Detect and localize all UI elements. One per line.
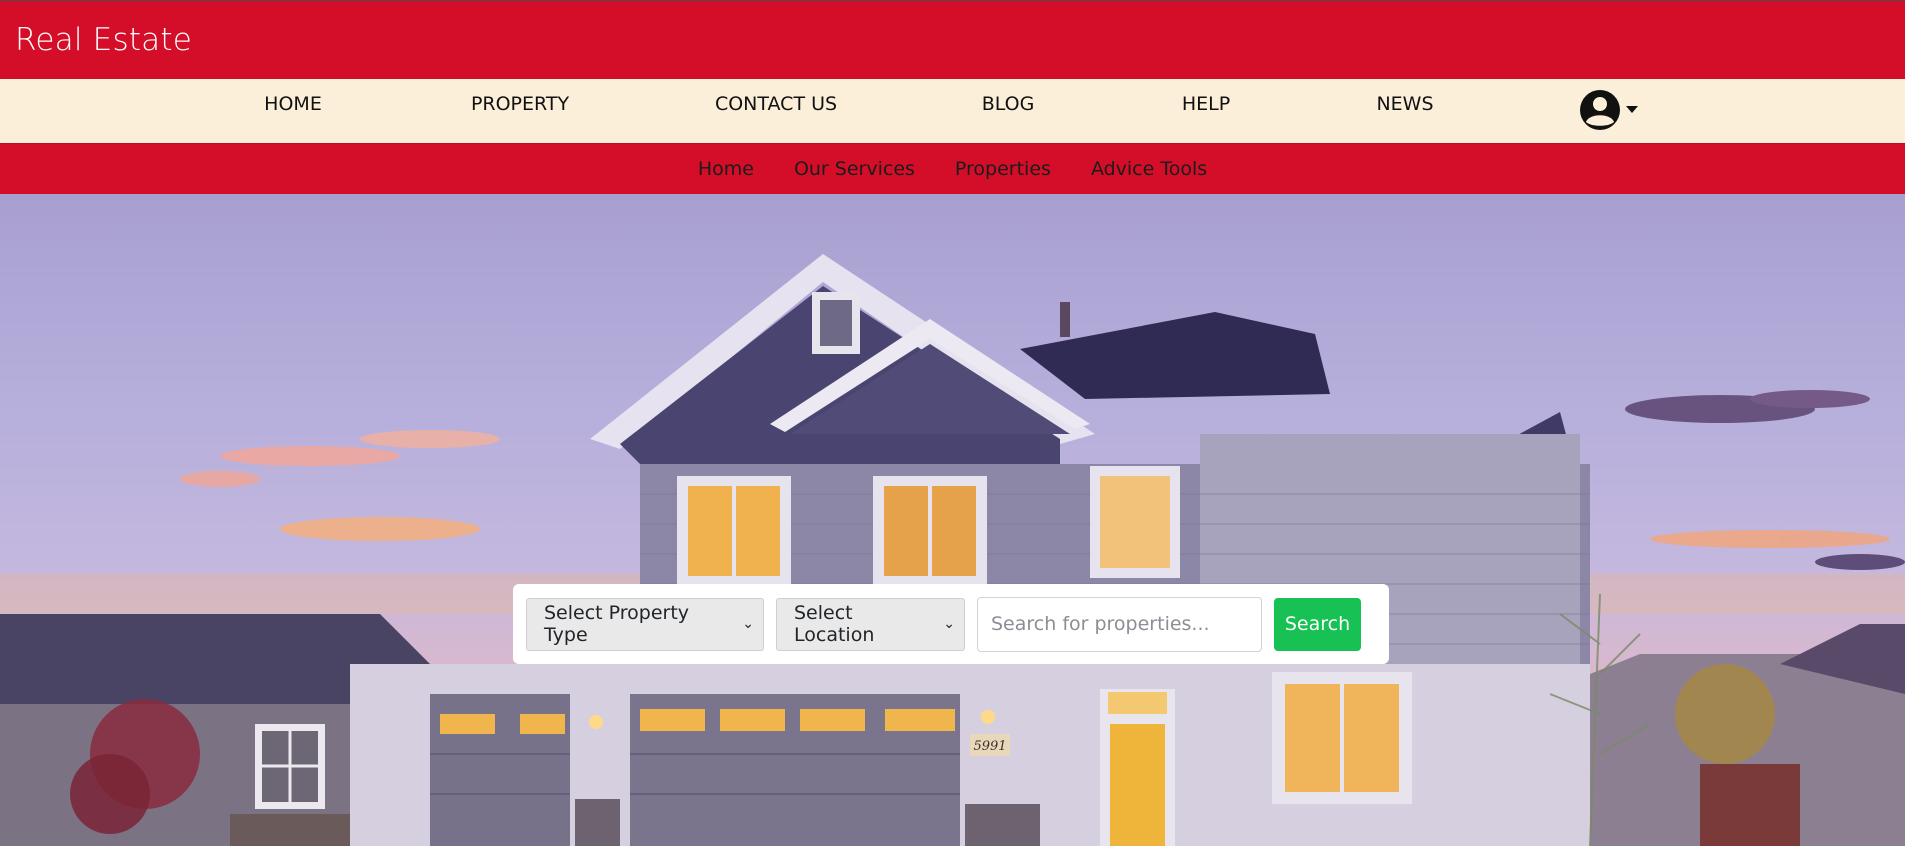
chevron-down-icon: ⌄ <box>742 616 754 632</box>
chevron-down-icon: ⌄ <box>943 616 955 632</box>
nav-help[interactable]: HELP <box>1182 79 1230 129</box>
caret-down-icon <box>1626 106 1638 113</box>
location-select[interactable]: Select Location ⌄ <box>776 597 965 651</box>
property-type-select[interactable]: Select Property Type ⌄ <box>526 597 764 651</box>
hero-banner: 5991 Select Property Type ⌄ Select Locat… <box>0 194 1905 846</box>
property-search-bar: Select Property Type ⌄ Select Location ⌄… <box>513 584 1389 664</box>
location-value: Select Location <box>794 602 875 646</box>
subnav-home[interactable]: Home <box>678 158 774 180</box>
property-type-value: Select Property Type <box>544 602 690 646</box>
subnav-properties[interactable]: Properties <box>935 158 1071 180</box>
search-input[interactable] <box>977 596 1262 652</box>
nav-contact-us[interactable]: CONTACT US <box>715 79 837 129</box>
user-menu[interactable] <box>1579 89 1641 131</box>
subnav-advice-tools[interactable]: Advice Tools <box>1071 158 1227 180</box>
house-photo: 5991 <box>0 254 1905 846</box>
site-header: Real Estate <box>0 0 1905 79</box>
nav-home[interactable]: HOME <box>264 79 322 129</box>
main-nav: HOME PROPERTY CONTACT US BLOG HELP NEWS <box>0 79 1905 143</box>
brand-title[interactable]: Real Estate <box>15 22 192 58</box>
subnav-our-services[interactable]: Our Services <box>774 158 935 180</box>
house-number: 5991 <box>973 739 1006 754</box>
search-button[interactable]: Search <box>1274 597 1361 651</box>
sub-nav: Home Our Services Properties Advice Tool… <box>0 143 1905 194</box>
nav-news[interactable]: NEWS <box>1376 79 1433 129</box>
nav-property[interactable]: PROPERTY <box>471 79 569 129</box>
nav-blog[interactable]: BLOG <box>982 79 1035 129</box>
